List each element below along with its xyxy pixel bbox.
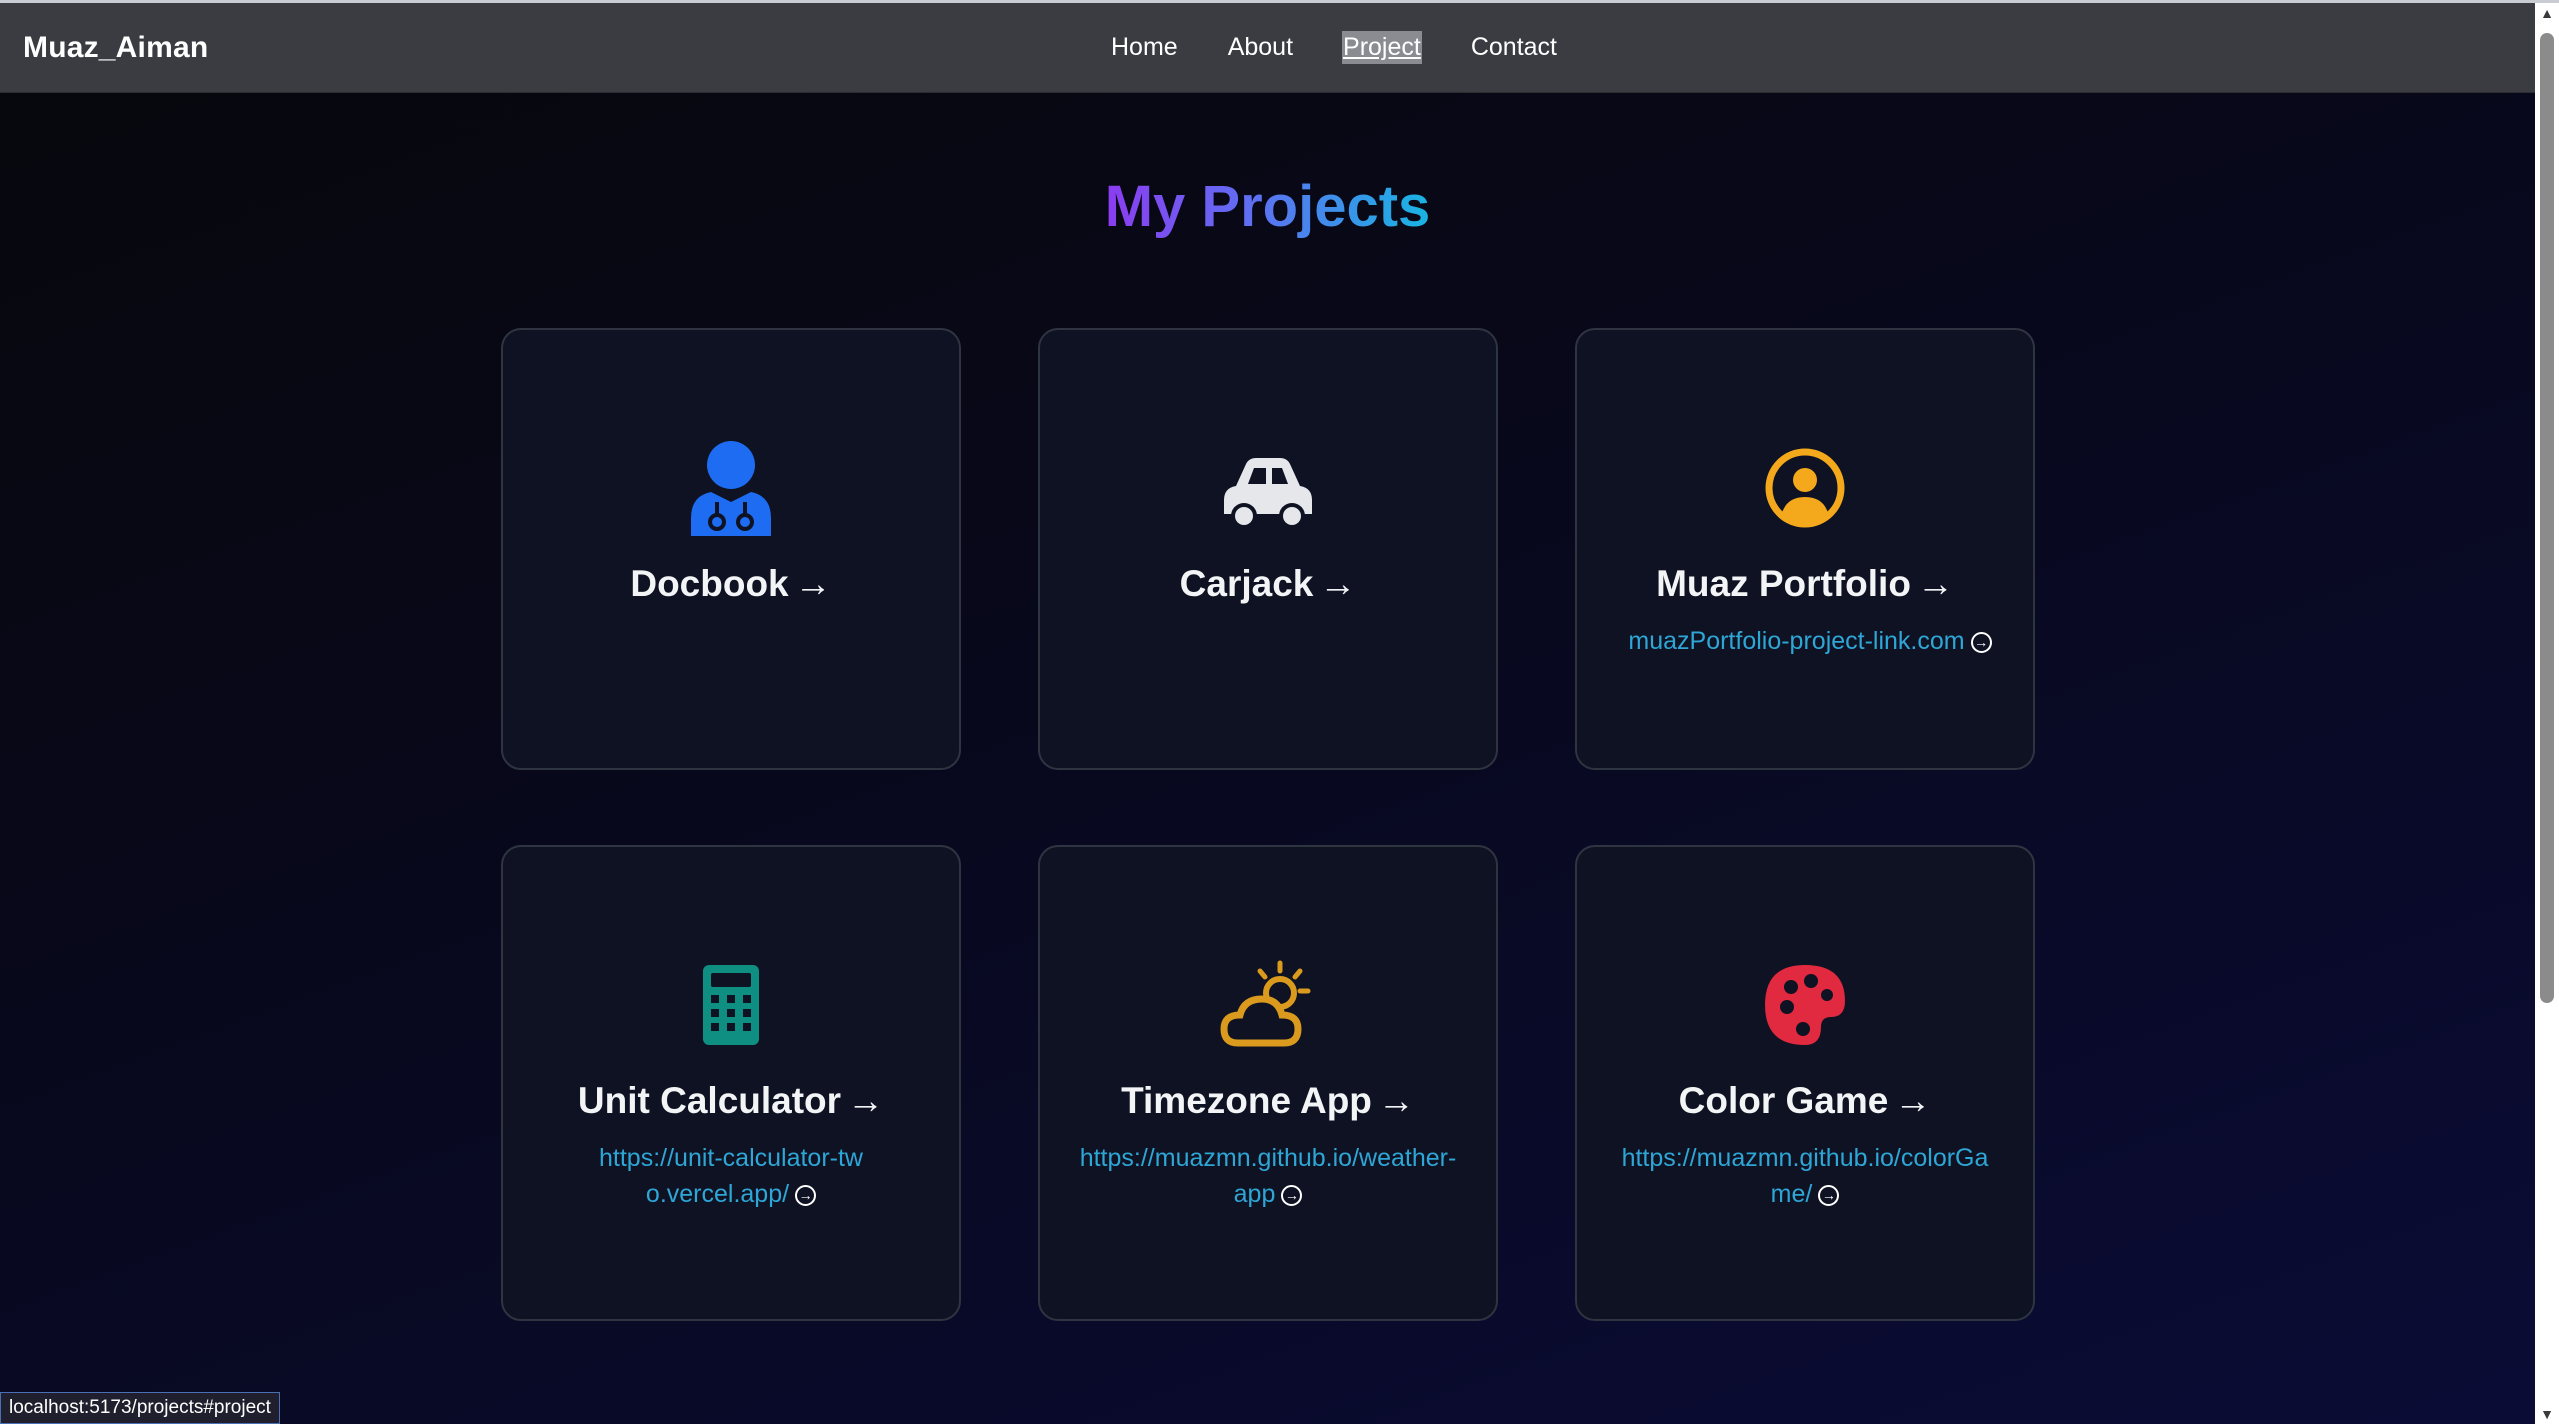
project-card-color-game[interactable]: Color Game → https://muazmn.github.io/col… [1575, 845, 2035, 1321]
circle-arrow-right-icon: → [795, 1184, 817, 1206]
user-circle-icon [1577, 440, 2033, 536]
brand-logo[interactable]: Muaz_Aiman [23, 3, 208, 92]
project-title[interactable]: Timezone App → [1040, 1080, 1496, 1122]
arrow-right-icon: → [794, 563, 832, 604]
doctor-icon [503, 440, 959, 536]
arrow-right-icon: → [1377, 1080, 1415, 1121]
vertical-scrollbar[interactable]: ▲ ▼ [2535, 3, 2559, 1424]
scrollbar-thumb[interactable] [2540, 33, 2554, 1003]
nav-links: Home About Project Contact [1110, 3, 1606, 92]
project-card-timezone-app[interactable]: Timezone App → https://muazmn.github.io/w… [1038, 845, 1498, 1321]
calculator-icon [503, 957, 959, 1053]
project-link[interactable]: https://unit-calculator-two.vercel.app/→ [593, 1140, 869, 1212]
project-title[interactable]: Carjack → [1040, 563, 1496, 605]
palette-icon [1577, 957, 2033, 1053]
circle-arrow-right-icon: → [1281, 1184, 1303, 1206]
project-card-carjack[interactable]: Carjack → [1038, 328, 1498, 770]
project-card-muaz-portfolio[interactable]: Muaz Portfolio → muazPortfolio-project-li… [1575, 328, 2035, 770]
navbar: Muaz_Aiman Home About Project Contact [0, 3, 2535, 93]
project-link[interactable]: muazPortfolio-project-link.com → [1607, 623, 2013, 659]
nav-link-about[interactable]: About [1227, 31, 1294, 64]
arrow-right-icon: → [1894, 1080, 1932, 1121]
project-title[interactable]: Color Game → [1577, 1080, 2033, 1122]
project-title[interactable]: Unit Calculator → [503, 1080, 959, 1122]
nav-link-project[interactable]: Project [1342, 31, 1422, 64]
nav-link-contact[interactable]: Contact [1470, 31, 1558, 64]
status-bar-url: localhost:5173/projects#project [0, 1392, 280, 1424]
project-title[interactable]: Muaz Portfolio → [1577, 563, 2033, 605]
project-title[interactable]: Docbook → [503, 563, 959, 605]
circle-arrow-right-icon: → [1970, 631, 1992, 653]
project-card-unit-calculator[interactable]: Unit Calculator → https://unit-calculator… [501, 845, 961, 1321]
car-icon [1040, 440, 1496, 536]
page-title: My Projects [1104, 174, 1431, 239]
scroll-down-arrow-icon[interactable]: ▼ [2535, 1404, 2559, 1424]
scroll-up-arrow-icon[interactable]: ▲ [2535, 3, 2559, 23]
arrow-right-icon: → [1319, 563, 1357, 604]
project-link[interactable]: https://muazmn.github.io/colorGame/→ [1612, 1140, 1998, 1212]
project-card-docbook[interactable]: Docbook → [501, 328, 961, 770]
project-link[interactable]: https://muazmn.github.io/weather-app → [1075, 1140, 1461, 1212]
nav-link-home[interactable]: Home [1110, 31, 1179, 64]
arrow-right-icon: → [1916, 563, 1954, 604]
circle-arrow-right-icon: → [1818, 1184, 1840, 1206]
cloud-sun-icon [1040, 957, 1496, 1053]
arrow-right-icon: → [847, 1080, 885, 1121]
